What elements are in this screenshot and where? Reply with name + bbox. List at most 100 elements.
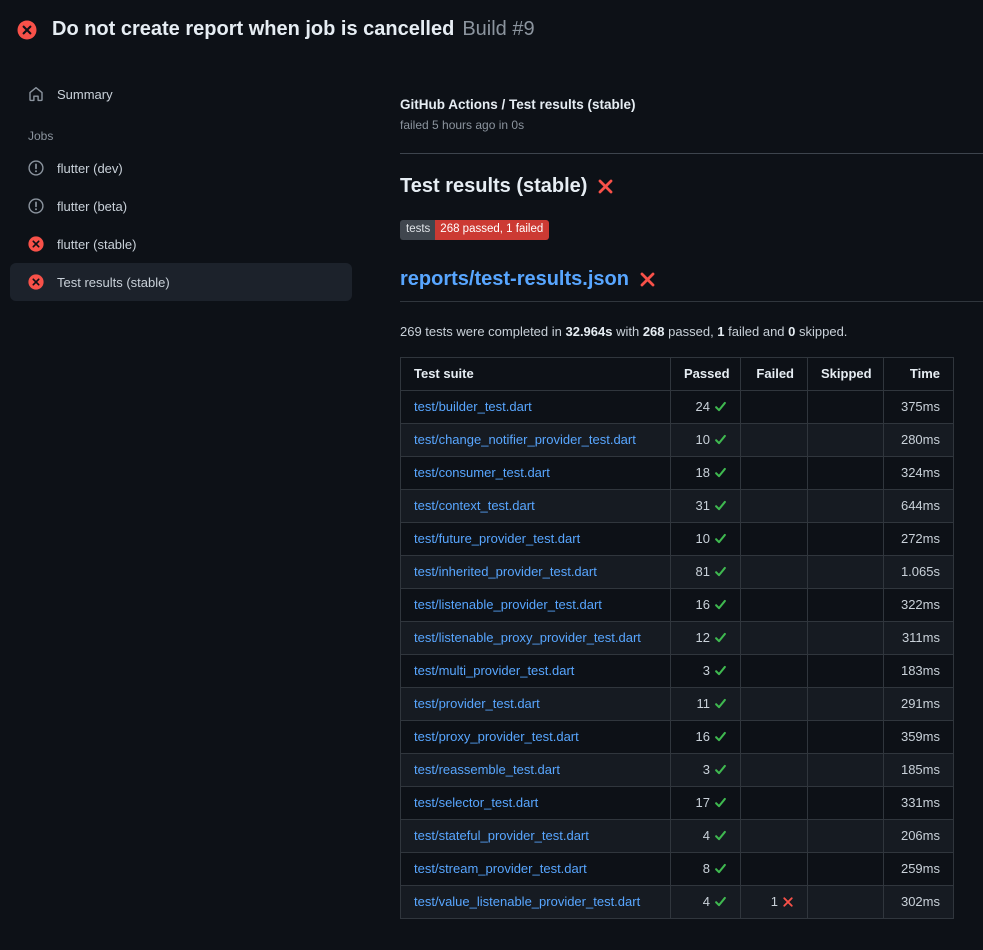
failed-cell — [741, 753, 808, 786]
time-cell: 259ms — [884, 852, 954, 885]
cross-mark-icon — [597, 178, 614, 195]
failed-cell — [741, 852, 808, 885]
suite-cell: test/value_listenable_provider_test.dart — [401, 885, 671, 918]
test-suite-link[interactable]: test/builder_test.dart — [414, 399, 532, 414]
check-icon — [714, 664, 727, 677]
skipped-cell — [808, 456, 884, 489]
table-row: test/provider_test.dart11291ms — [401, 687, 954, 720]
suite-cell: test/future_provider_test.dart — [401, 522, 671, 555]
skipped-cell — [808, 621, 884, 654]
tests-badge: tests 268 passed, 1 failed — [400, 220, 549, 240]
passed-cell: 3 — [671, 654, 741, 687]
test-suite-link[interactable]: test/listenable_provider_test.dart — [414, 597, 602, 612]
sidebar-job-item[interactable]: flutter (stable) — [10, 225, 352, 263]
failed-circle-icon — [28, 236, 44, 252]
results-table-body: test/builder_test.dart 24 375ms test/change… — [401, 390, 954, 918]
time-cell: 291ms — [884, 687, 954, 720]
check-icon — [714, 400, 727, 413]
table-row: test/selector_test.dart17331ms — [401, 786, 954, 819]
time-cell: 185ms — [884, 753, 954, 786]
table-row: test/stateful_provider_test.dart 4 206ms — [401, 819, 954, 852]
sidebar-job-item[interactable]: Test results (stable) — [10, 263, 352, 301]
sidebar-item-summary[interactable]: Summary — [10, 75, 352, 113]
divider — [400, 153, 983, 154]
skipped-cell — [808, 522, 884, 555]
check-icon — [714, 433, 727, 446]
test-suite-link[interactable]: test/inherited_provider_test.dart — [414, 564, 597, 579]
test-suite-link[interactable]: test/stateful_provider_test.dart — [414, 828, 589, 843]
suite-cell: test/stateful_provider_test.dart — [401, 819, 671, 852]
home-icon — [28, 86, 44, 102]
table-row: test/context_test.dart31644ms — [401, 489, 954, 522]
passed-cell: 4 — [671, 819, 741, 852]
failed-cell — [741, 786, 808, 819]
time-cell: 1.065s — [884, 555, 954, 588]
failed-cell — [741, 654, 808, 687]
skipped-cell — [808, 885, 884, 918]
test-suite-link[interactable]: test/stream_provider_test.dart — [414, 861, 587, 876]
test-suite-link[interactable]: test/selector_test.dart — [414, 795, 538, 810]
suite-cell: test/consumer_test.dart — [401, 456, 671, 489]
run-meta: failed 5 hours ago in 0s — [400, 118, 983, 132]
test-suite-link[interactable]: test/reassemble_test.dart — [414, 762, 560, 777]
passed-cell: 10 — [671, 522, 741, 555]
badge-value: 268 passed, 1 failed — [435, 220, 549, 240]
check-icon — [714, 862, 727, 875]
test-suite-link[interactable]: test/change_notifier_provider_test.dart — [414, 432, 636, 447]
check-icon — [714, 466, 727, 479]
table-row: test/value_listenable_provider_test.dart… — [401, 885, 954, 918]
check-icon — [714, 499, 727, 512]
test-suite-link[interactable]: test/future_provider_test.dart — [414, 531, 580, 546]
test-suite-link[interactable]: test/provider_test.dart — [414, 696, 540, 711]
suite-cell: test/listenable_provider_test.dart — [401, 588, 671, 621]
suite-cell: test/reassemble_test.dart — [401, 753, 671, 786]
skipped-cell — [808, 390, 884, 423]
header-passed: Passed — [671, 357, 741, 390]
failed-cell — [741, 555, 808, 588]
failed-cell — [741, 390, 808, 423]
section-title: Test results (stable) — [400, 175, 983, 198]
suite-cell: test/selector_test.dart — [401, 786, 671, 819]
build-number: Build #9 — [462, 18, 534, 41]
check-icon — [714, 565, 727, 578]
summary-passed-count: 268 — [643, 324, 665, 339]
summary-text: skipped. — [795, 324, 847, 339]
failed-circle-icon — [28, 274, 44, 290]
header-test-suite: Test suite — [401, 357, 671, 390]
warning-circle-icon — [28, 198, 44, 214]
test-suite-link[interactable]: test/multi_provider_test.dart — [414, 663, 574, 678]
sidebar-job-item[interactable]: flutter (dev) — [10, 149, 352, 187]
test-suite-link[interactable]: test/context_test.dart — [414, 498, 535, 513]
skipped-cell — [808, 588, 884, 621]
table-row: test/builder_test.dart 24 375ms — [401, 390, 954, 423]
sidebar-jobs-list: flutter (dev) flutter (beta)flutter (stab… — [10, 149, 352, 301]
summary-text: failed and — [725, 324, 789, 339]
warning-circle-icon — [28, 160, 44, 176]
test-suite-link[interactable]: test/consumer_test.dart — [414, 465, 550, 480]
time-cell: 206ms — [884, 819, 954, 852]
test-suite-link[interactable]: test/value_listenable_provider_test.dart — [414, 894, 640, 909]
skipped-cell — [808, 720, 884, 753]
passed-cell: 24 — [671, 390, 741, 423]
check-icon — [714, 730, 727, 743]
sidebar-job-item[interactable]: flutter (beta) — [10, 187, 352, 225]
failed-cell — [741, 621, 808, 654]
check-icon — [714, 829, 727, 842]
test-suite-link[interactable]: test/proxy_provider_test.dart — [414, 729, 579, 744]
table-row: test/stream_provider_test.dart8259ms — [401, 852, 954, 885]
time-cell: 311ms — [884, 621, 954, 654]
sidebar-job-label: flutter (dev) — [57, 161, 123, 176]
failed-cell — [741, 588, 808, 621]
breadcrumb: GitHub Actions / Test results (stable) — [400, 97, 983, 112]
table-row: test/future_provider_test.dart10272ms — [401, 522, 954, 555]
table-row: test/listenable_proxy_provider_test.dart… — [401, 621, 954, 654]
summary-text: passed, — [665, 324, 718, 339]
suite-cell: test/listenable_proxy_provider_test.dart — [401, 621, 671, 654]
test-suite-link[interactable]: test/listenable_proxy_provider_test.dart — [414, 630, 641, 645]
report-file-link[interactable]: reports/test-results.json — [400, 268, 629, 291]
header-time: Time — [884, 357, 954, 390]
time-cell: 375ms — [884, 390, 954, 423]
failed-cell — [741, 522, 808, 555]
check-icon — [714, 697, 727, 710]
time-cell: 322ms — [884, 588, 954, 621]
